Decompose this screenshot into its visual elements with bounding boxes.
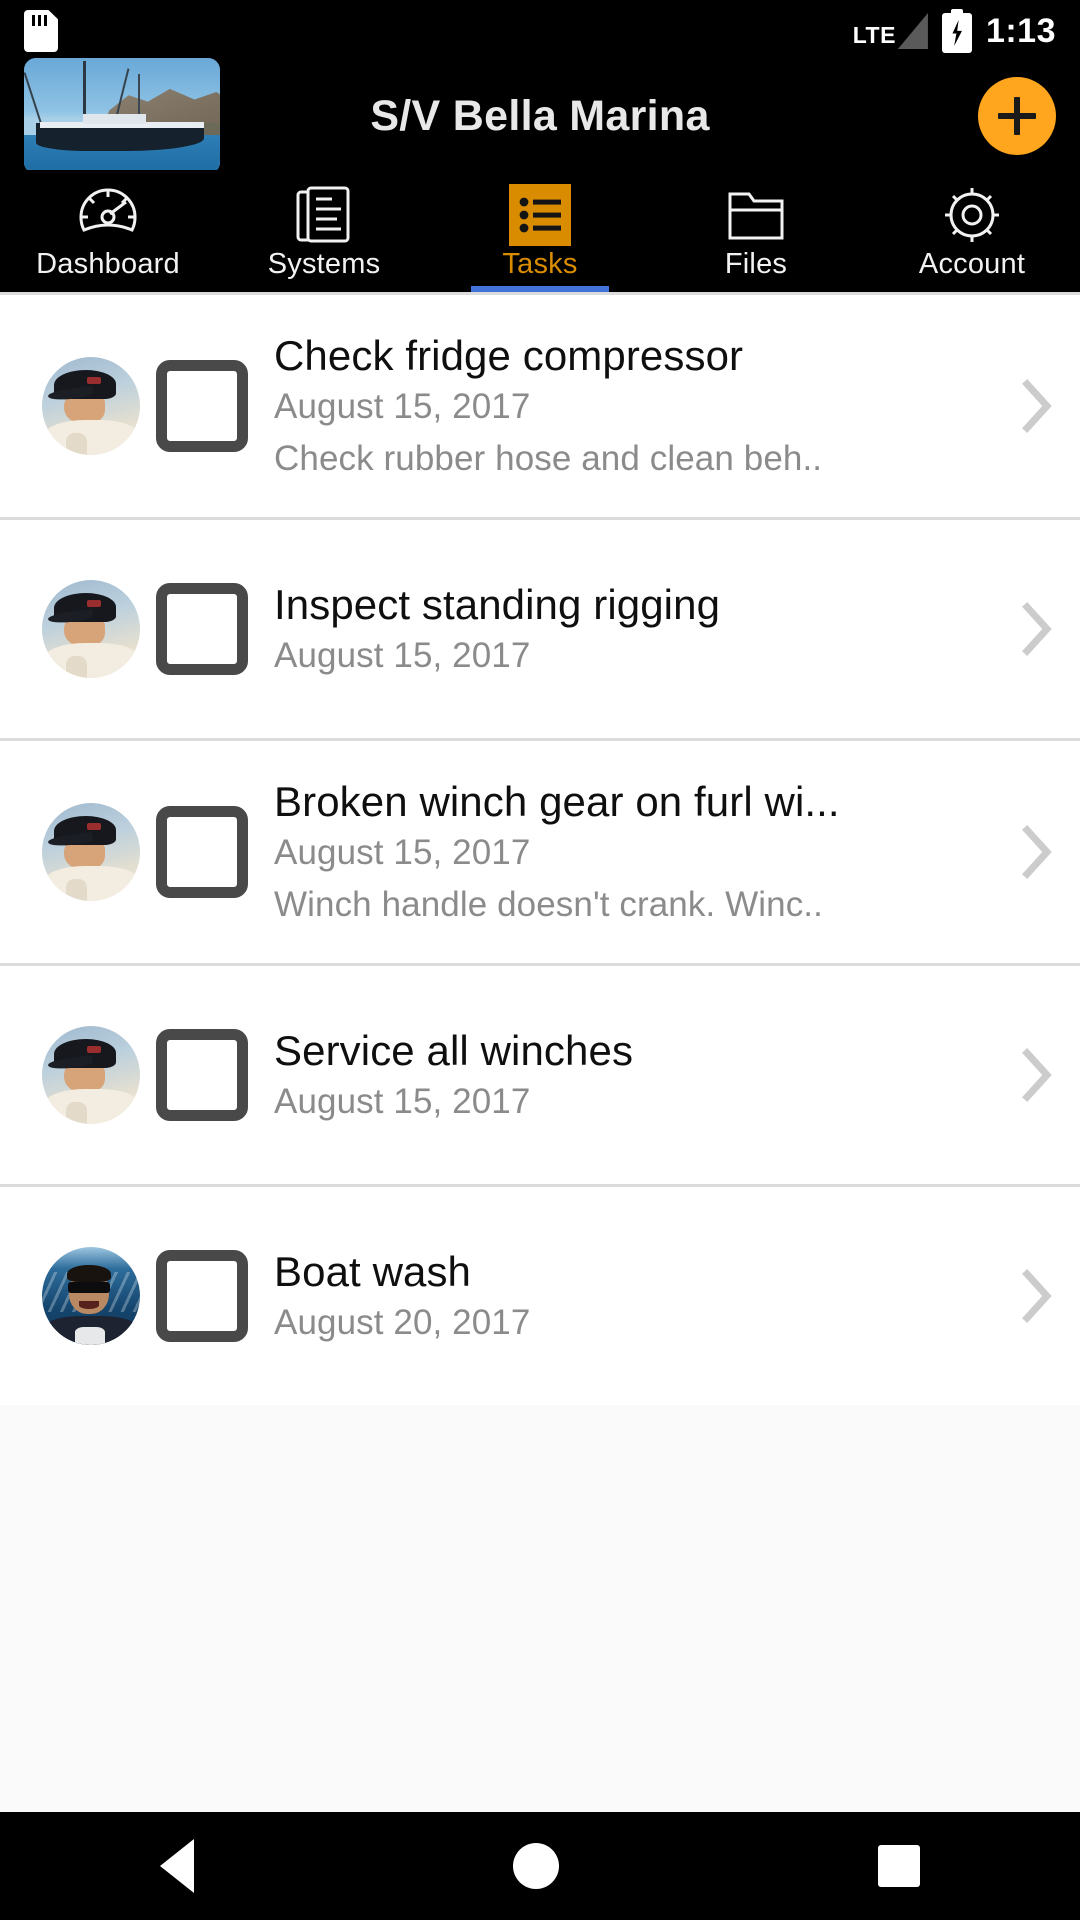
table-row[interactable]: Inspect standing rigging August 15, 2017 bbox=[0, 520, 1080, 738]
chevron-right-icon[interactable] bbox=[994, 822, 1080, 882]
task-list: Check fridge compressor August 15, 2017 … bbox=[0, 292, 1080, 1405]
tab-label: Dashboard bbox=[36, 248, 180, 280]
document-list-icon bbox=[294, 184, 354, 246]
add-task-button[interactable] bbox=[978, 77, 1056, 155]
task-date: August 15, 2017 bbox=[274, 635, 531, 675]
task-date: August 15, 2017 bbox=[274, 1081, 531, 1121]
network-type-label: LTE bbox=[852, 22, 896, 48]
app-screen: LTE 1:13 S/V Bella Marina Dashboard Syst… bbox=[0, 0, 1080, 1920]
task-date: August 15, 2017 bbox=[274, 386, 531, 426]
task-text-block: Service all winches August 15, 2017 bbox=[274, 1027, 994, 1122]
tab-label: Files bbox=[724, 248, 788, 280]
recents-square-icon[interactable] bbox=[878, 1845, 921, 1887]
task-date: August 15, 2017 bbox=[274, 832, 531, 872]
task-checkbox[interactable] bbox=[156, 583, 248, 675]
task-checkbox[interactable] bbox=[156, 1029, 248, 1121]
task-title: Service all winches bbox=[274, 1027, 634, 1075]
task-description: Winch handle doesn't crank. Winc.. bbox=[274, 884, 823, 924]
bullet-list-icon bbox=[509, 184, 571, 246]
signal-bars-icon: LTE bbox=[853, 13, 928, 49]
tab-dashboard[interactable]: Dashboard bbox=[0, 170, 216, 292]
avatar bbox=[42, 803, 140, 901]
table-row[interactable]: Broken winch gear on furl wi... August 1… bbox=[0, 741, 1080, 963]
home-circle-icon[interactable] bbox=[512, 1843, 559, 1889]
chevron-right-icon[interactable] bbox=[994, 376, 1080, 436]
task-title: Check fridge compressor bbox=[274, 332, 744, 380]
task-checkbox[interactable] bbox=[156, 806, 248, 898]
table-row[interactable]: Boat wash August 20, 2017 bbox=[0, 1187, 1080, 1405]
chevron-right-icon[interactable] bbox=[994, 599, 1080, 659]
back-triangle-icon[interactable] bbox=[159, 1839, 194, 1893]
task-date: August 20, 2017 bbox=[274, 1302, 531, 1342]
avatar bbox=[42, 580, 140, 678]
table-row[interactable]: Check fridge compressor August 15, 2017 … bbox=[0, 295, 1080, 517]
avatar bbox=[42, 1026, 140, 1124]
tab-account[interactable]: Account bbox=[864, 170, 1080, 292]
folder-icon bbox=[725, 184, 787, 246]
task-text-block: Boat wash August 20, 2017 bbox=[274, 1248, 994, 1343]
task-checkbox[interactable] bbox=[156, 1250, 248, 1342]
tab-label: Account bbox=[918, 248, 1026, 280]
battery-charging-icon bbox=[941, 9, 972, 53]
task-title: Broken winch gear on furl wi... bbox=[274, 778, 840, 826]
sd-card-icon bbox=[24, 10, 58, 52]
tab-label: Tasks bbox=[502, 248, 578, 280]
tab-tasks[interactable]: Tasks bbox=[432, 170, 648, 292]
gauge-icon bbox=[77, 184, 139, 246]
task-title: Inspect standing rigging bbox=[274, 581, 721, 629]
status-bar-clock: 1:13 bbox=[985, 12, 1056, 50]
app-header: S/V Bella Marina bbox=[0, 58, 1080, 174]
status-bar-left bbox=[24, 10, 58, 52]
task-checkbox[interactable] bbox=[156, 360, 248, 452]
boat-thumbnail[interactable] bbox=[24, 58, 220, 174]
tab-systems[interactable]: Systems bbox=[216, 170, 432, 292]
avatar bbox=[42, 357, 140, 455]
task-text-block: Broken winch gear on furl wi... August 1… bbox=[274, 778, 994, 925]
task-text-block: Inspect standing rigging August 15, 2017 bbox=[274, 581, 994, 676]
avatar bbox=[42, 1247, 140, 1345]
tab-underline bbox=[470, 286, 610, 292]
task-title: Boat wash bbox=[274, 1248, 472, 1296]
tab-bar: Dashboard Systems Tasks Files Account bbox=[0, 170, 1080, 292]
android-nav-bar bbox=[0, 1812, 1080, 1920]
gear-icon bbox=[941, 184, 1003, 246]
task-description: Check rubber hose and clean beh.. bbox=[274, 438, 823, 478]
chevron-right-icon[interactable] bbox=[994, 1045, 1080, 1105]
table-row[interactable]: Service all winches August 15, 2017 bbox=[0, 966, 1080, 1184]
tab-label: Systems bbox=[267, 248, 381, 280]
chevron-right-icon[interactable] bbox=[994, 1266, 1080, 1326]
status-bar: LTE 1:13 bbox=[0, 0, 1080, 62]
tab-files[interactable]: Files bbox=[648, 170, 864, 292]
status-bar-right: LTE 1:13 bbox=[853, 9, 1056, 53]
task-text-block: Check fridge compressor August 15, 2017 … bbox=[274, 332, 994, 479]
